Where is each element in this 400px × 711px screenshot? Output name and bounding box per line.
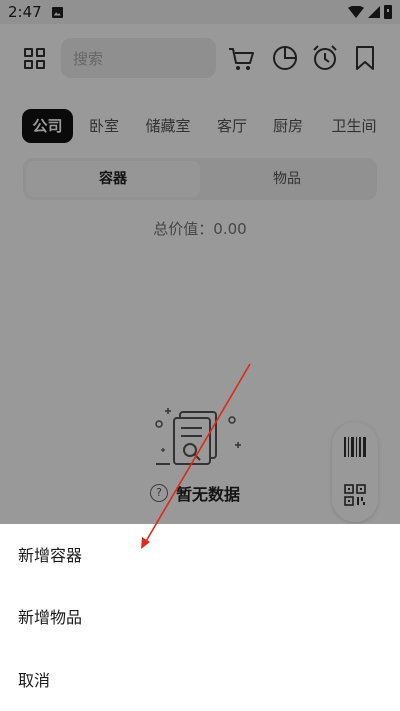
add-item-button[interactable]: 新增物品 xyxy=(18,598,378,638)
modal-scrim[interactable] xyxy=(0,0,400,524)
action-sheet: 新增容器 新增物品 取消 xyxy=(0,524,400,711)
cancel-button[interactable]: 取消 xyxy=(18,661,378,701)
add-container-button[interactable]: 新增容器 xyxy=(18,536,378,576)
